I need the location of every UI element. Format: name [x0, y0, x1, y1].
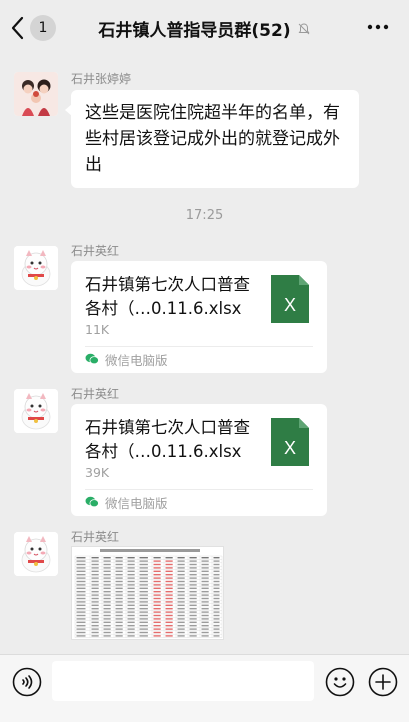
- chat-header: 1 石井镇人普指导员群(52): [0, 0, 409, 56]
- spreadsheet-thumbnail-image: [72, 547, 223, 639]
- divider: [85, 346, 313, 347]
- plus-icon[interactable]: [368, 667, 398, 697]
- excel-icon-letter: X: [283, 438, 296, 458]
- sender-name: 石井英红: [71, 530, 120, 544]
- file-source: 微信电脑版: [85, 349, 168, 369]
- file-source-label: 微信电脑版: [105, 352, 168, 368]
- excel-file-icon: X: [271, 418, 309, 466]
- sender-name: 石井英红: [71, 244, 120, 258]
- sender-name: 石井张婷婷: [71, 72, 132, 86]
- input-bar: [0, 654, 409, 722]
- wechat-icon: [85, 496, 99, 508]
- message-list[interactable]: 石井张婷婷 这些是医院住院超半年的名单，有些村居该登记成外出的就登记成外出 17…: [0, 56, 409, 654]
- file-source: 微信电脑版: [85, 492, 168, 512]
- file-source-label: 微信电脑版: [105, 495, 168, 511]
- file-message-card[interactable]: 石井镇第七次人口普查各村（…0.11.6.xlsx 39K X 微信电脑版: [71, 404, 327, 516]
- emoji-icon[interactable]: [325, 667, 355, 697]
- avatar[interactable]: [14, 72, 58, 116]
- avatar[interactable]: [14, 532, 58, 576]
- chat-title-container: 石井镇人普指导员群(52): [0, 16, 409, 41]
- divider: [85, 489, 313, 490]
- file-size: 39K: [85, 465, 110, 480]
- avatar[interactable]: [14, 389, 58, 433]
- sender-name: 石井英红: [71, 387, 120, 401]
- lucky-cat-avatar-image: [14, 532, 58, 576]
- wechat-icon: [85, 353, 99, 365]
- voice-input-icon[interactable]: [12, 667, 42, 697]
- more-options-icon[interactable]: [367, 16, 389, 38]
- avatar[interactable]: [14, 246, 58, 290]
- file-name: 石井镇第七次人口普查各村（…0.11.6.xlsx: [85, 275, 250, 318]
- family-avatar-image: [14, 72, 58, 116]
- excel-file-icon: X: [271, 275, 309, 323]
- file-name: 石井镇第七次人口普查各村（…0.11.6.xlsx: [85, 418, 250, 461]
- message-input[interactable]: [52, 661, 314, 701]
- chat-title: 石井镇人普指导员群(52): [98, 21, 291, 41]
- timestamp: 17:25: [185, 208, 224, 223]
- message-text: 这些是医院住院超半年的名单，有些村居该登记成外出的就登记成外出: [85, 103, 340, 175]
- file-size: 11K: [85, 322, 110, 337]
- text-message-bubble[interactable]: 这些是医院住院超半年的名单，有些村居该登记成外出的就登记成外出: [65, 90, 359, 188]
- lucky-cat-avatar-image: [14, 389, 58, 433]
- file-message-card[interactable]: 石井镇第七次人口普查各村（…0.11.6.xlsx 11K X 微信电脑版: [71, 261, 327, 373]
- image-message-thumbnail[interactable]: [71, 546, 224, 640]
- lucky-cat-avatar-image: [14, 246, 58, 290]
- excel-icon-letter: X: [283, 295, 296, 315]
- mute-bell-icon: [298, 22, 310, 34]
